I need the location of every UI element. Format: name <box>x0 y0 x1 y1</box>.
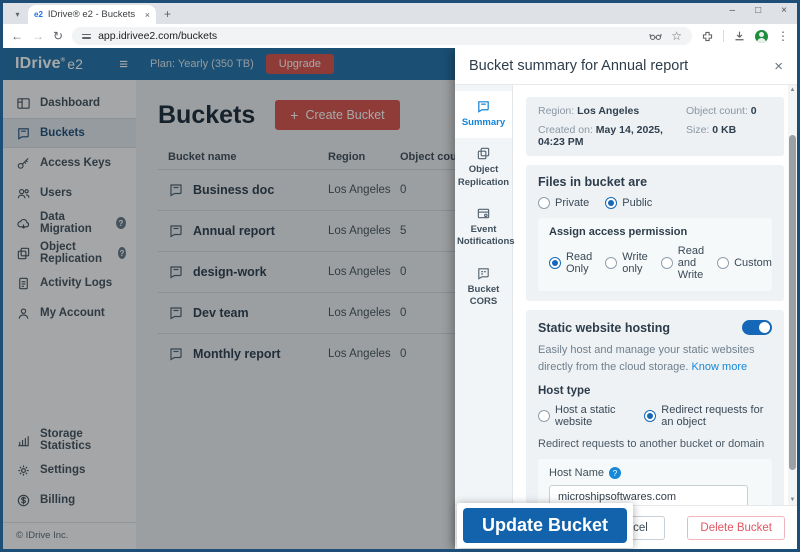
update-bucket-button[interactable]: Update Bucket <box>463 508 628 543</box>
tab-event-notifications[interactable]: Event Notifications <box>455 198 515 258</box>
region-value: Los Angeles <box>577 105 640 117</box>
host-name-box: Host Name ? Protocol (Optional) None htt… <box>538 459 772 505</box>
host-name-label: Host Name <box>549 467 605 479</box>
static-website-hosting-section: Static website hosting Easily host and m… <box>526 310 784 505</box>
tab-search-chevron-icon[interactable]: ▾ <box>9 7 26 22</box>
bookmark-star-icon[interactable]: ☆ <box>671 30 682 42</box>
forward-icon[interactable]: → <box>32 30 44 42</box>
replication-icon <box>477 148 490 160</box>
size-label: Size: <box>686 124 710 136</box>
bucket-cors-icon <box>478 267 489 280</box>
extensions-puzzle-icon[interactable] <box>701 30 714 43</box>
radio-icon <box>538 197 550 209</box>
scroll-down-icon[interactable]: ▼ <box>788 497 797 503</box>
new-tab-button[interactable]: + <box>164 7 171 21</box>
created-label: Created on: <box>538 124 593 136</box>
toolbar-divider <box>723 30 724 42</box>
reload-icon[interactable]: ↻ <box>53 30 63 42</box>
drawer-title: Bucket summary for Annual report <box>469 58 689 74</box>
hosting-toggle[interactable] <box>742 320 772 335</box>
bucket-summary-drawer: Bucket summary for Annual report × Summa… <box>455 48 797 549</box>
window-maximize-button[interactable]: □ <box>755 5 761 16</box>
radio-icon <box>717 257 730 269</box>
radio-read-only[interactable]: Read Only <box>549 251 592 275</box>
radio-write-only[interactable]: Write only <box>605 251 648 275</box>
redirect-label: Redirect requests to another bucket or d… <box>538 438 765 450</box>
browser-toolbar: ← → ↻ app.idrivee2.com/buckets ☆ ⋮ <box>3 24 797 48</box>
assign-access-box: Assign access permission Read Only Write… <box>538 218 772 291</box>
event-icon <box>477 208 490 219</box>
update-bucket-callout: Update Bucket <box>457 503 634 548</box>
tab-close-icon[interactable]: × <box>145 10 150 20</box>
hosting-heading: Static website hosting <box>538 320 670 335</box>
profile-avatar[interactable] <box>755 29 768 43</box>
site-favicon: e2 <box>34 10 43 19</box>
scrollbar-thumb[interactable] <box>789 135 796 470</box>
browser-chrome: ▾ e2 IDrive® e2 - Buckets × + – □ × ← → … <box>3 3 797 48</box>
scroll-up-icon[interactable]: ▲ <box>788 87 797 93</box>
drawer-content: Region: Los Angeles Object count: 0 Crea… <box>513 85 797 505</box>
tab-object-replication[interactable]: Object Replication <box>455 138 512 198</box>
browser-tab[interactable]: e2 IDrive® e2 - Buckets × <box>28 5 156 24</box>
info-icon[interactable]: ? <box>609 467 622 479</box>
assign-access-heading: Assign access permission <box>549 226 688 238</box>
host-name-input[interactable] <box>549 485 749 505</box>
delete-bucket-button[interactable]: Delete Bucket <box>687 516 785 540</box>
downloads-icon[interactable] <box>733 30 746 43</box>
radio-icon <box>549 257 561 269</box>
browser-menu-icon[interactable]: ⋮ <box>777 30 789 42</box>
radio-custom[interactable]: Custom <box>717 257 772 269</box>
drawer-close-icon[interactable]: × <box>774 58 783 75</box>
radio-read-and-write[interactable]: Read and Write <box>660 245 704 281</box>
bucket-icon <box>478 101 489 113</box>
files-in-bucket-section: Files in bucket are Private Public Assig… <box>526 165 784 301</box>
drawer-scrollbar[interactable]: ▲ ▼ <box>788 85 797 505</box>
url-text[interactable]: app.idrivee2.com/buckets <box>98 30 642 42</box>
host-type-label: Host type <box>538 385 591 397</box>
tab-bucket-cors[interactable]: Bucket CORS <box>455 258 512 318</box>
window-minimize-button[interactable]: – <box>730 5 736 16</box>
radio-public[interactable]: Public <box>605 197 652 209</box>
object-count-value: 0 <box>750 105 757 117</box>
back-icon[interactable]: ← <box>11 30 23 42</box>
radio-icon <box>605 257 618 269</box>
region-label: Region: <box>538 105 575 117</box>
files-section-heading: Files in bucket are <box>538 175 648 189</box>
hosting-description: Easily host and manage your static websi… <box>538 344 755 373</box>
app-viewport: IDrive® e2 ≡ Plan: Yearly (350 TB) Upgra… <box>3 48 797 549</box>
bucket-info-box: Region: Los Angeles Object count: 0 Crea… <box>526 97 784 156</box>
radio-icon <box>538 410 550 422</box>
radio-icon <box>605 197 618 209</box>
radio-redirect-requests[interactable]: Redirect requests for an object <box>644 404 772 428</box>
site-settings-icon[interactable] <box>82 33 92 39</box>
screen: ▾ e2 IDrive® e2 - Buckets × + – □ × ← → … <box>0 0 800 552</box>
object-count-label: Object count: <box>686 105 748 117</box>
radio-icon <box>660 257 673 269</box>
size-value: 0 KB <box>712 124 737 136</box>
drawer-tab-rail: Summary Object Replication Event Notific… <box>455 85 515 505</box>
window-close-button[interactable]: × <box>781 5 787 16</box>
radio-private[interactable]: Private <box>538 197 589 209</box>
radio-host-static-website[interactable]: Host a static website <box>538 404 628 428</box>
tab-summary[interactable]: Summary <box>455 91 512 139</box>
glasses-icon[interactable] <box>649 30 662 43</box>
tab-title: IDrive® e2 - Buckets <box>47 9 136 20</box>
tab-strip: ▾ e2 IDrive® e2 - Buckets × + – □ × <box>3 3 797 24</box>
url-bar[interactable]: app.idrivee2.com/buckets ☆ <box>72 27 692 45</box>
radio-icon <box>644 410 657 422</box>
know-more-link[interactable]: Know more <box>691 361 747 373</box>
